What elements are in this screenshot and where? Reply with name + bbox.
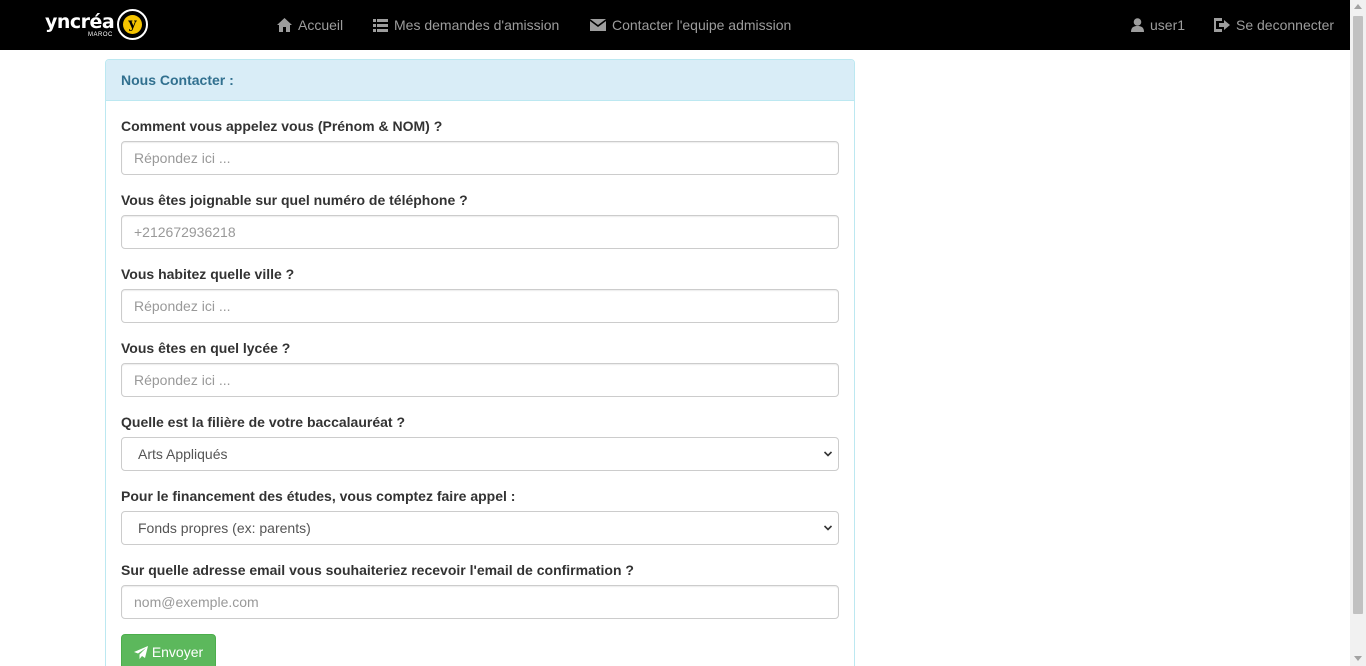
city-input[interactable] (121, 289, 839, 323)
nav-contact-link[interactable]: Contacter l'equipe admission (590, 15, 791, 35)
nav-requests-label: Mes demandes d'amission (394, 17, 560, 33)
brand-mark-letter: y (123, 15, 142, 34)
send-icon (133, 645, 148, 659)
nav-home-label: Accueil (298, 17, 344, 33)
nav-logout-link[interactable]: Se deconnecter (1214, 15, 1334, 35)
chevron-down-icon (824, 525, 832, 531)
scroll-down-arrow-icon[interactable] (1354, 656, 1362, 661)
nav-home-link[interactable]: Accueil (277, 15, 343, 35)
school-input[interactable] (121, 363, 839, 397)
name-label: Comment vous appelez vous (Prénom & NOM)… (121, 118, 443, 134)
brand-y-mark: y (117, 9, 148, 40)
bac-selected-value: Arts Appliqués (138, 446, 228, 462)
city-label: Vous habitez quelle ville ? (121, 266, 295, 282)
funding-label: Pour le financement des études, vous com… (121, 488, 516, 504)
page-scrollbar[interactable] (1350, 0, 1366, 666)
name-input[interactable] (121, 141, 839, 175)
bac-label: Quelle est la filière de votre baccalaur… (121, 414, 406, 430)
chevron-down-icon (824, 451, 832, 457)
brand-subtitle: MAROC (88, 32, 113, 38)
envelope-icon (590, 19, 606, 31)
funding-selected-value: Fonds propres (ex: parents) (138, 520, 311, 536)
logout-icon (1214, 18, 1230, 32)
home-icon (277, 18, 292, 32)
scrollbar-thumb[interactable] (1353, 16, 1363, 614)
bac-select[interactable]: Arts Appliqués (121, 437, 839, 471)
email-input[interactable] (121, 585, 839, 619)
nav-user-link[interactable]: user1 (1131, 15, 1185, 35)
nav-requests-link[interactable]: Mes demandes d'amission (373, 15, 559, 35)
email-label: Sur quelle adresse email vous souhaiteri… (121, 562, 634, 578)
user-icon (1131, 18, 1144, 32)
school-label: Vous êtes en quel lycée ? (121, 340, 291, 356)
brand-name: yncréa (45, 11, 115, 33)
submit-button[interactable]: Envoyer (121, 634, 216, 666)
nav-logout-label: Se deconnecter (1236, 17, 1335, 33)
top-navbar: yncréa MAROC y Accueil Mes demandes d'am… (0, 0, 1350, 50)
phone-label: Vous êtes joignable sur quel numéro de t… (121, 192, 468, 208)
nav-contact-label: Contacter l'equipe admission (612, 17, 792, 33)
nav-user-label: user1 (1150, 17, 1186, 33)
submit-label: Envoyer (151, 644, 204, 660)
list-icon (373, 18, 388, 32)
funding-select[interactable]: Fonds propres (ex: parents) (121, 511, 839, 545)
panel-title: Nous Contacter : (106, 60, 854, 101)
yncrea-logo[interactable]: yncréa MAROC y (45, 9, 155, 41)
scroll-up-arrow-icon[interactable] (1354, 4, 1362, 9)
phone-input[interactable] (121, 215, 839, 249)
